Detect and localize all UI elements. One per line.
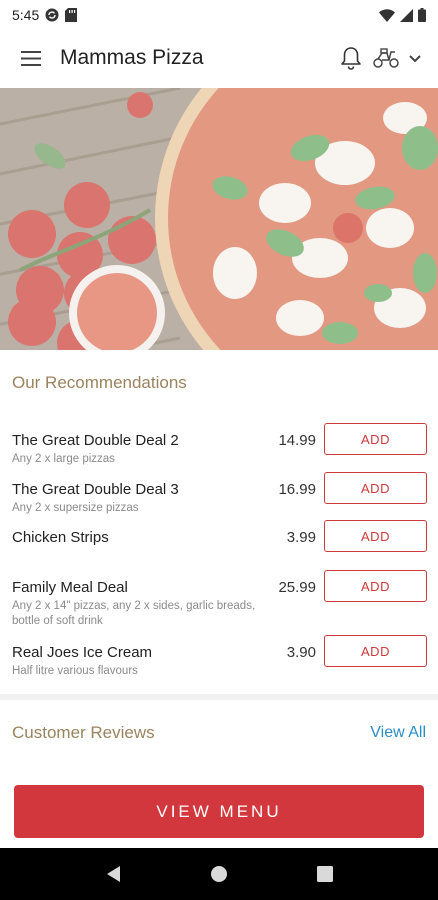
item-price: 25.99 [278,579,316,596]
view-menu-button[interactable]: VIEW MENU [14,785,424,838]
app-title: Mammas Pizza [60,46,204,69]
recents-button[interactable] [305,854,345,894]
recommendations-title: Our Recommendations [12,373,187,392]
home-circle-icon [211,866,227,882]
item-description: Any 2 x 14" pizzas, any 2 x sides, garli… [12,600,256,627]
recents-square-icon [317,866,333,882]
back-triangle-icon [107,866,120,882]
item-name: The Great Double Deal 3 [12,481,179,498]
status-time: 5:45 [12,7,40,23]
item-name: Chicken Strips [12,529,109,546]
add-button[interactable]: ADD [324,520,427,552]
sync-icon [45,8,59,22]
item-price: 3.90 [286,644,316,661]
notifications-button[interactable] [340,46,362,70]
sd-card-icon [65,8,78,22]
system-nav-bar [0,848,438,900]
item-description: Any 2 x supersize pizzas [12,502,139,514]
battery-icon [418,8,426,22]
item-name: Family Meal Deal [12,579,128,596]
wifi-icon [379,8,395,22]
chevron-down-icon [409,55,421,63]
item-description: Any 2 x large pizzas [12,453,115,465]
section-divider [0,694,438,700]
item-name: The Great Double Deal 2 [12,432,179,449]
add-button[interactable]: ADD [324,570,427,602]
delivery-scooter-icon [373,48,399,68]
app-bar: Mammas Pizza [0,30,438,86]
back-button[interactable] [93,854,133,894]
order-mode-selector[interactable] [372,47,424,69]
status-bar: 5:45 [0,0,438,30]
hamburger-icon [21,50,41,66]
menu-button[interactable] [18,45,44,71]
reviews-title: Customer Reviews [12,723,155,742]
item-name: Real Joes Ice Cream [12,644,153,661]
view-all-link[interactable]: View All [370,724,426,742]
add-button[interactable]: ADD [324,423,427,455]
hero-image [0,88,438,350]
home-button[interactable] [199,854,239,894]
item-price: 3.99 [286,529,316,546]
signal-icon [400,8,413,22]
add-button[interactable]: ADD [324,472,427,504]
item-price: 14.99 [278,432,316,449]
item-description: Half litre various flavours [12,665,138,677]
add-button[interactable]: ADD [324,635,427,667]
bell-icon [341,47,361,70]
item-price: 16.99 [278,481,316,498]
